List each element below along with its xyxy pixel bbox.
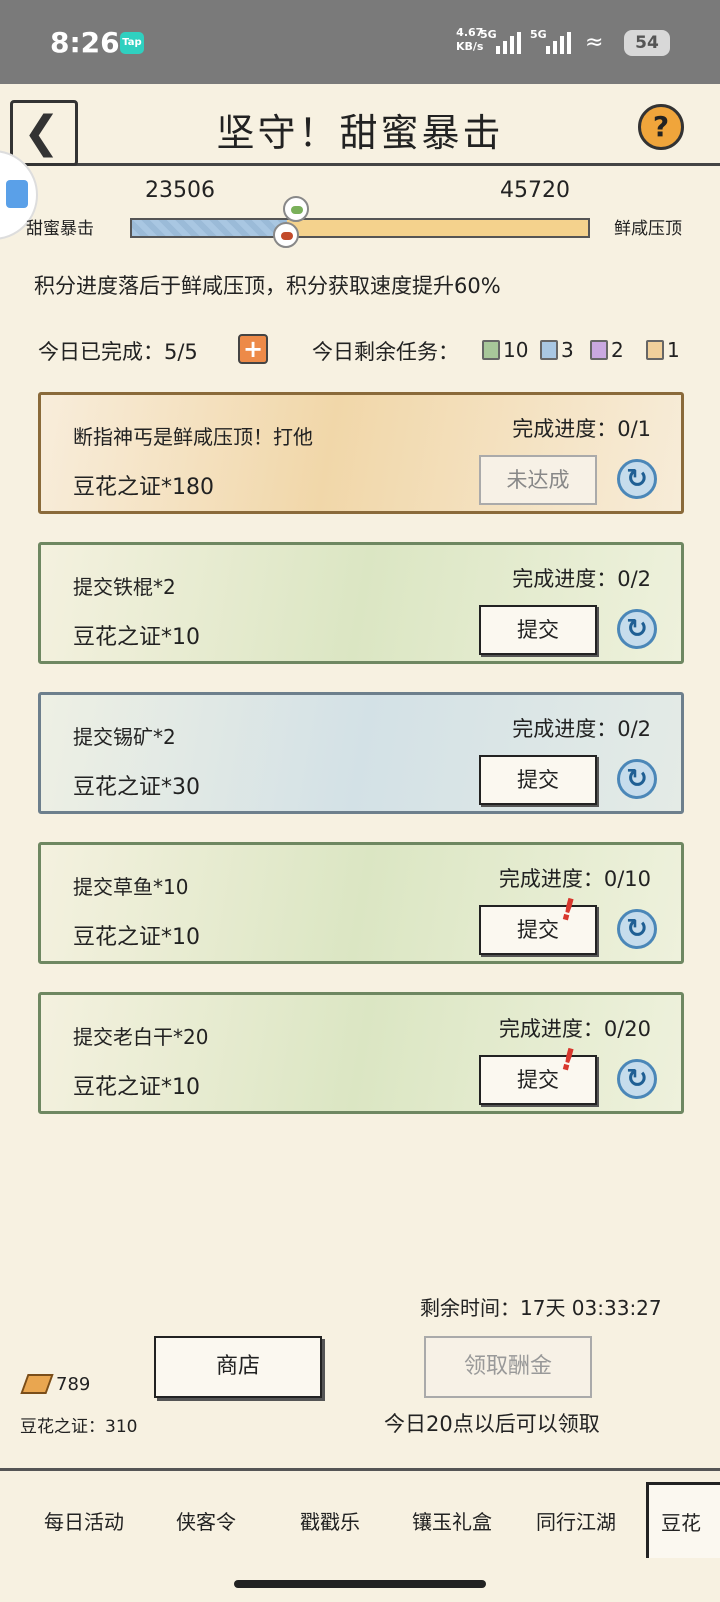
task-card: 提交草鱼*10 完成进度：0/10 豆花之证*10 提交 ! ↻	[38, 842, 684, 964]
left-team-name: 甜蜜暴击	[26, 219, 94, 239]
bonus-message: 积分进度落后于鲜咸压顶，积分获取速度提升60%	[34, 274, 501, 298]
status-bar: 8:26 Tap 4.67 KB/s 5G 5G ≈ 54	[0, 0, 720, 84]
refresh-icon[interactable]: ↻	[617, 909, 657, 949]
claim-reward-button[interactable]: 领取酬金	[424, 1336, 592, 1398]
task-name: 提交铁棍*2	[73, 575, 176, 599]
task-card: 断指神丐是鲜咸压顶！打他 完成进度：0/1 豆花之证*180 未达成 ↻	[38, 392, 684, 514]
signal-bars-icon	[496, 32, 522, 54]
gold-count: 789	[56, 1374, 91, 1395]
task-progress: 完成进度：0/2	[512, 717, 651, 741]
purple-task-icon	[590, 340, 608, 360]
remaining-green-count: 10	[482, 338, 528, 362]
task-name: 提交锡矿*2	[73, 725, 176, 749]
wifi-icon: ≈	[585, 30, 604, 55]
remaining-blue-count: 3	[540, 338, 574, 362]
home-indicator	[234, 1580, 486, 1588]
task-progress: 完成进度：0/2	[512, 567, 651, 591]
orange-task-icon	[646, 340, 664, 360]
task-name: 提交草鱼*10	[73, 875, 189, 899]
green-task-icon	[482, 340, 500, 360]
tab-tofu-pudding-label: 豆花	[661, 1511, 701, 1535]
tab-jianghu[interactable]: 同行江湖	[536, 1506, 616, 1535]
signal-label-2: 5G	[530, 28, 547, 41]
tap-app-icon: Tap	[120, 32, 144, 54]
tab-daily-activity[interactable]: 每日活动	[44, 1506, 124, 1535]
tab-jade-gift-box[interactable]: 镶玉礼盒	[412, 1506, 492, 1535]
submit-button[interactable]: 提交	[479, 755, 597, 805]
refresh-icon[interactable]: ↻	[617, 609, 657, 649]
status-time: 8:26	[50, 26, 120, 59]
score-progress: 23506 45720 甜蜜暴击 鲜咸压顶	[0, 176, 720, 256]
blue-task-icon	[540, 340, 558, 360]
signal-bars-icon	[546, 32, 572, 54]
submit-button[interactable]: 提交	[479, 905, 597, 955]
claim-note: 今日20点以后可以领取	[384, 1412, 600, 1436]
task-name: 断指神丐是鲜咸压顶！打他	[73, 425, 313, 449]
task-reward: 豆花之证*10	[73, 925, 200, 950]
task-progress: 完成进度：0/10	[498, 867, 651, 891]
tab-poke-fun[interactable]: 戳戳乐	[300, 1506, 360, 1535]
gold-ingot-icon	[20, 1374, 54, 1394]
task-reward: 豆花之证*30	[73, 775, 200, 800]
task-reward: 豆花之证*10	[73, 625, 200, 650]
remaining-tasks-label: 今日剩余任务：	[312, 340, 459, 364]
tofu-proof-count: 豆花之证：310	[20, 1417, 138, 1437]
help-button[interactable]: ?	[638, 104, 684, 150]
refresh-icon[interactable]: ↻	[617, 459, 657, 499]
add-tasks-button[interactable]: +	[238, 334, 268, 364]
right-team-name: 鲜咸压顶	[614, 219, 682, 239]
tab-hero-token[interactable]: 侠客令	[176, 1506, 236, 1535]
left-team-score: 23506	[145, 178, 215, 203]
today-summary: 今日已完成：5/5 + 今日剩余任务： 10 3 2 1	[0, 332, 720, 372]
refresh-icon[interactable]: ↻	[617, 1059, 657, 1099]
savory-marker-icon	[273, 222, 299, 248]
remaining-purple-count: 2	[590, 338, 624, 362]
left-team-fill	[132, 220, 287, 236]
shop-button[interactable]: 商店	[154, 1336, 322, 1398]
task-reward: 豆花之证*10	[73, 1075, 200, 1100]
task-name: 提交老白干*20	[73, 1025, 209, 1049]
tab-tofu-pudding[interactable]: 豆花	[646, 1482, 720, 1558]
remaining-orange-count: 1	[646, 338, 680, 362]
remaining-time: 剩余时间：17天 03:33:27	[420, 1296, 662, 1320]
refresh-icon[interactable]: ↻	[617, 759, 657, 799]
submit-button[interactable]: 提交	[479, 605, 597, 655]
header: ❮ 坚守！甜蜜暴击 ?	[0, 84, 720, 166]
score-bar	[130, 196, 590, 248]
signal-label-1: 5G	[480, 28, 497, 41]
dessert-marker-icon	[283, 196, 309, 222]
task-card: 提交锡矿*2 完成进度：0/2 豆花之证*30 提交 ↻	[38, 692, 684, 814]
task-reward: 豆花之证*180	[73, 475, 214, 500]
tab-bar: 每日活动 侠客令 戳戳乐 镶玉礼盒 同行江湖 豆花	[0, 1472, 720, 1564]
page-title: 坚守！甜蜜暴击	[216, 111, 504, 155]
today-completed: 今日已完成：5/5	[38, 340, 198, 364]
not-achieved-button[interactable]: 未达成	[479, 455, 597, 505]
submit-button[interactable]: 提交	[479, 1055, 597, 1105]
task-progress: 完成进度：0/20	[498, 1017, 651, 1041]
task-card: 提交老白干*20 完成进度：0/20 豆花之证*10 提交 ! ↻	[38, 992, 684, 1114]
task-progress: 完成进度：0/1	[512, 417, 651, 441]
battery-icon: 54	[624, 30, 670, 56]
right-team-score: 45720	[500, 178, 570, 203]
divider	[0, 1468, 720, 1471]
task-card: 提交铁棍*2 完成进度：0/2 豆花之证*10 提交 ↻	[38, 542, 684, 664]
network-speed-unit: KB/s	[456, 40, 484, 53]
